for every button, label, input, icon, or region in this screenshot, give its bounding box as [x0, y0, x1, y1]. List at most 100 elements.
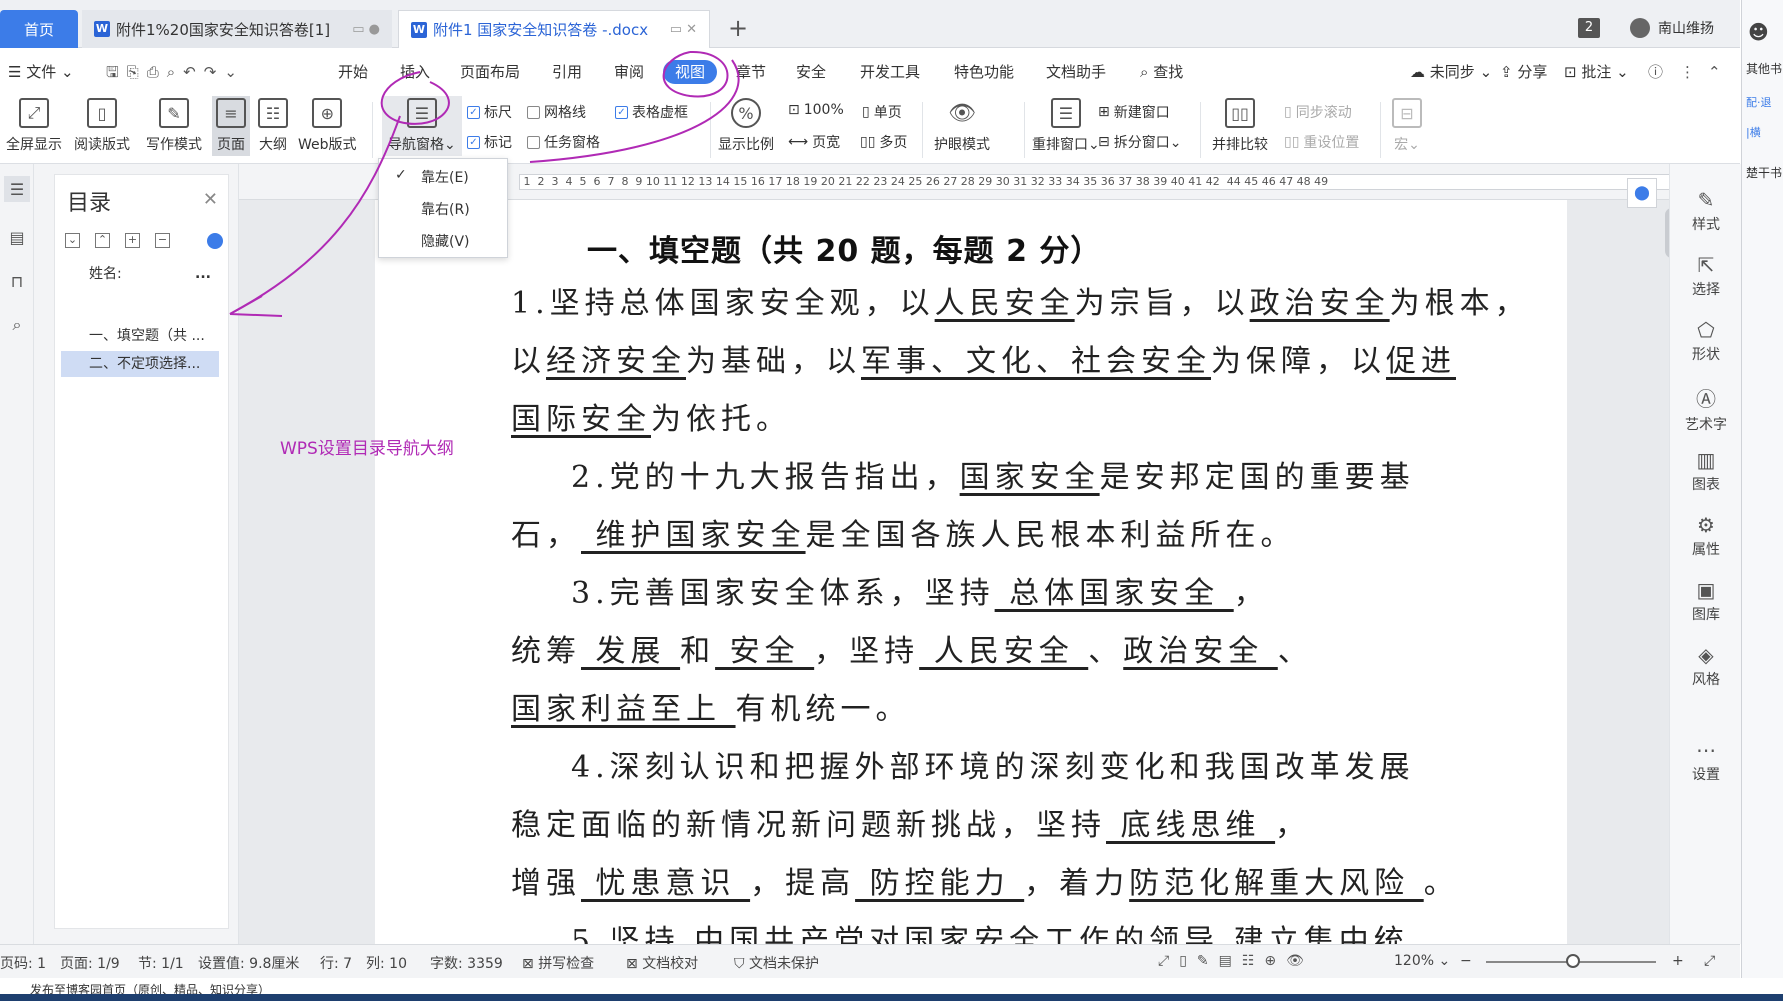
expand-all-icon[interactable]: ⌄ [65, 233, 80, 248]
sync-toc-icon[interactable] [207, 233, 223, 249]
new-window-button[interactable]: ⊞ 新建窗口 [1098, 102, 1170, 122]
menu-developer[interactable]: 开发工具 [860, 60, 920, 84]
quick-access-icons[interactable]: 🖫⎘⎙⌕↶↷⌄ [106, 60, 245, 84]
spell-check[interactable]: ⊠ 拼写检查 [522, 953, 594, 973]
menu-view[interactable]: 视图 [663, 60, 718, 84]
right-panel-properties[interactable]: ⚙ 属性 [1670, 513, 1742, 559]
sync-scroll-button[interactable]: ▯ 同步滚动 [1284, 102, 1352, 122]
collapse-ribbon-icon[interactable]: ⌃ [1708, 60, 1721, 84]
zoom-out-icon[interactable]: − [1460, 953, 1472, 969]
menu-features[interactable]: 特色功能 [954, 60, 1014, 84]
zoom-100-button[interactable]: ⊡ 100% [788, 102, 844, 118]
hide-option[interactable]: 隐藏(V) [421, 231, 470, 251]
menu-references[interactable]: 引用 [552, 60, 582, 84]
rearrange-window-button[interactable]: ☰ 重排窗口⌄ [1032, 98, 1100, 154]
menu-page-layout[interactable]: 页面布局 [460, 60, 520, 84]
add-heading-icon[interactable]: + [125, 233, 140, 248]
page-width-button[interactable]: ⟷ 页宽 [788, 132, 840, 152]
outline-button[interactable]: ☷ 大纲 [258, 98, 288, 154]
menu-review[interactable]: 审阅 [614, 60, 644, 84]
new-tab-icon[interactable]: + [728, 14, 748, 42]
close-icon[interactable]: ✕ [203, 189, 218, 210]
toc-item-name[interactable]: 姓名:... [61, 261, 219, 287]
help-icon[interactable]: ⓘ [1648, 60, 1663, 84]
menu-doc-assistant[interactable]: 文档助手 [1046, 60, 1106, 84]
zoom-ratio-button[interactable]: % 显示比例 [718, 98, 774, 154]
split-window-button[interactable]: ⊟ 拆分窗口⌄ [1098, 132, 1181, 152]
page-width-label: 页宽 [812, 135, 841, 151]
fit-window-icon[interactable]: ⤢ [1704, 953, 1715, 969]
macro-button[interactable]: ⊟ 宏⌄ [1392, 98, 1422, 154]
user-name[interactable]: 南山维扬 [1658, 18, 1714, 38]
web-layout-button[interactable]: ⊕ Web版式 [298, 98, 357, 154]
toc-icon[interactable]: ☰ [4, 176, 30, 202]
right-panel-gallery[interactable]: ▣ 图库 [1670, 578, 1742, 624]
view-mode-icons[interactable]: ⤢▯✎▤☷⊕👁 [1158, 953, 1314, 969]
task-pane-checkbox[interactable]: ✓ 任务窗格 [527, 132, 600, 152]
collapse-all-icon[interactable]: ⌃ [95, 233, 110, 248]
dock-left-option[interactable]: 靠左(E) [421, 167, 469, 187]
window-count-badge[interactable]: 2 [1578, 18, 1600, 38]
document-page[interactable]: 一、填空题（共 20 题，每题 2 分） 1.坚持总体国家安全观，以人民安全为宗… [375, 200, 1567, 944]
rearrange-text: 重排窗口 [1032, 137, 1088, 153]
multi-page-button[interactable]: ▯▯ 多页 [860, 132, 907, 152]
reset-position-button[interactable]: ▯▯ 重设位置 [1284, 132, 1359, 152]
avatar[interactable] [1630, 18, 1650, 38]
side-by-side-button[interactable]: ▯▯ 并排比较 [1212, 98, 1268, 154]
doc-proofread[interactable]: ⊠ 文档校对 [626, 953, 698, 973]
right-panel-theme[interactable]: ◈ 风格 [1670, 643, 1742, 689]
dock-right-option[interactable]: 靠右(R) [421, 199, 470, 219]
zoom-slider-handle[interactable] [1566, 954, 1580, 968]
ruler-strip[interactable]: 1 2 3 4 5 6 7 8 9 10 11 12 13 14 15 16 1… [519, 174, 1669, 190]
right-panel-shapes[interactable]: ⬠ 形状 [1670, 318, 1742, 364]
pages-icon[interactable]: ▤ [4, 224, 30, 250]
menu-security[interactable]: 安全 [796, 60, 826, 84]
right-panel-settings[interactable]: ⋯ 设置 [1670, 738, 1742, 784]
share-button[interactable]: ⇪ 分享 [1500, 60, 1547, 84]
doc-protection[interactable]: ⛉ 文档未保护 [734, 953, 819, 973]
ruler-checkbox[interactable]: ✓ 标尺 [467, 102, 512, 122]
word-count[interactable]: 字数: 3359 [430, 953, 503, 973]
close-icon[interactable]: ▭ ✕ [670, 22, 697, 37]
more-icon[interactable]: ... [195, 261, 211, 287]
menu-insert[interactable]: 插入 [400, 60, 430, 84]
tab-document-2[interactable]: W 附件1 国家安全知识答卷 -.docx ▭ ✕ [398, 10, 710, 48]
tab-document-1[interactable]: W 附件1%20国家安全知识答卷[1] ▭ ● [82, 10, 392, 48]
remove-heading-icon[interactable]: − [155, 233, 170, 248]
chart-icon: ▥ [1696, 448, 1716, 472]
right-panel-styles[interactable]: ✎ 样式 [1670, 188, 1742, 234]
table-grid-checkbox[interactable]: ✓ 表格虚框 [615, 102, 688, 122]
toc-item-fill-blank[interactable]: 一、填空题（共 ... [61, 323, 219, 349]
writing-mode-button[interactable]: ✎ 写作模式 [146, 98, 202, 154]
right-panel-select[interactable]: ⇱ 选择 [1670, 253, 1742, 299]
file-menu[interactable]: ☰ 文件 ⌄ [8, 60, 74, 84]
tab-home[interactable]: 首页 [0, 10, 78, 48]
more-icon[interactable]: ⋮ [1680, 60, 1695, 84]
settings-icon: ⋯ [1696, 738, 1716, 762]
comment-button[interactable]: ⊡ 批注 ⌄ [1564, 60, 1629, 84]
setting-value: 设置值: 9.8厘米 [198, 956, 300, 972]
eye-care-button[interactable]: 👁 护眼模式 [934, 98, 990, 154]
bookmark-icon[interactable]: ⊓ [4, 268, 30, 294]
menu-chapter[interactable]: 章节 [736, 60, 766, 84]
location-pin-icon[interactable]: ⬤ [1627, 178, 1657, 208]
toc-item-multiple-choice[interactable]: 二、不定项选择... [61, 351, 219, 377]
gridlines-checkbox[interactable]: ✓ 网格线 [527, 102, 586, 122]
fullscreen-button[interactable]: ⤢ 全屏显示 [6, 98, 62, 154]
reading-layout-button[interactable]: ▯ 阅读版式 [74, 98, 130, 154]
question-text: 、 [1088, 634, 1124, 669]
right-panel-art-text[interactable]: Ⓐ 艺术字 [1670, 383, 1742, 434]
zoom-level[interactable]: 120% ⌄ [1394, 953, 1450, 969]
menu-find[interactable]: ⌕ 查找 [1140, 60, 1183, 84]
right-panel-chart[interactable]: ▥ 图表 [1670, 448, 1742, 494]
sync-status[interactable]: ☁ 未同步 ⌄ [1410, 60, 1492, 84]
marks-checkbox[interactable]: ✓ 标记 [467, 132, 512, 152]
find-icon[interactable]: ⌕ [4, 312, 30, 338]
single-page-button[interactable]: ▯ 单页 [862, 102, 902, 122]
page-layout-button[interactable]: ≡ 页面 [212, 96, 250, 156]
account-icon[interactable]: ☻ [1748, 20, 1769, 44]
zoom-in-icon[interactable]: + [1672, 953, 1684, 969]
page-indicator[interactable]: 页面: 1/9 [60, 953, 120, 973]
menu-start[interactable]: 开始 [338, 60, 368, 84]
nav-pane-button[interactable]: ☰ 导航窗格⌄ [382, 96, 462, 156]
